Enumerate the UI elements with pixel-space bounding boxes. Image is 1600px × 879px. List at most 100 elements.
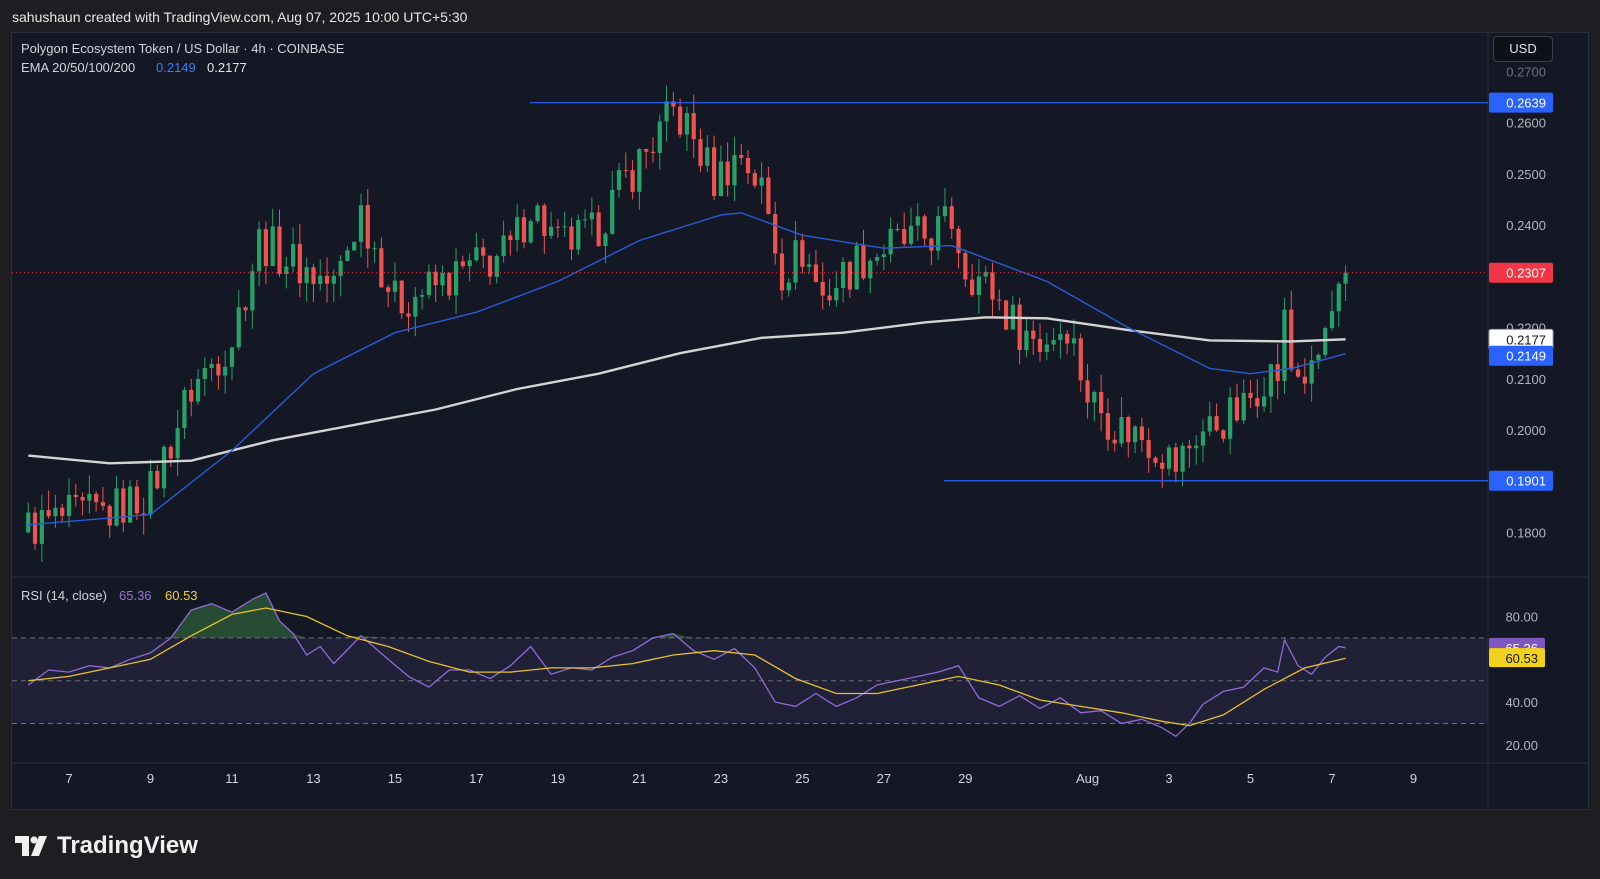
candle-body: [229, 347, 235, 367]
candle-body: [318, 275, 323, 284]
candle-body: [793, 240, 798, 283]
candle-body: [569, 226, 574, 250]
rsi-ma-legend-value: 60.53: [165, 588, 198, 603]
candle-body: [1051, 339, 1056, 345]
candle-body: [114, 488, 119, 526]
candle-body: [508, 235, 513, 241]
candle-body: [1323, 328, 1328, 355]
candle-body: [725, 161, 730, 186]
candle-body: [576, 220, 581, 250]
time-tick-label: 17: [469, 771, 483, 786]
time-tick-label: 21: [632, 771, 646, 786]
candle-body: [1214, 416, 1219, 431]
candle-body: [1207, 416, 1212, 432]
candle-body: [745, 157, 751, 174]
time-tick-label: 5: [1247, 771, 1254, 786]
time-tick-label: 3: [1165, 771, 1172, 786]
candle-body: [603, 233, 608, 247]
chart-canvas[interactable]: 0.18000.20000.21000.22000.24000.25000.26…: [0, 0, 1600, 879]
candle-body: [277, 226, 282, 274]
candle-body: [596, 212, 601, 247]
candle-body: [413, 296, 418, 317]
candle-body: [202, 368, 207, 379]
candle-body: [365, 205, 370, 249]
rsi-tick-label: 40.00: [1505, 695, 1538, 710]
candle-body: [107, 505, 112, 526]
candle-body: [1221, 430, 1226, 439]
candle-body: [1003, 300, 1009, 330]
candle-body: [562, 226, 567, 228]
candle-body: [1099, 391, 1104, 414]
candle-body: [161, 446, 167, 489]
candle-body: [739, 154, 744, 158]
rsi-tick-label: 20.00: [1505, 738, 1538, 753]
currency-button[interactable]: USD: [1493, 36, 1553, 62]
candle-body: [732, 154, 737, 186]
candle-body: [189, 389, 194, 402]
candle-body: [1078, 338, 1083, 381]
candle-body: [26, 512, 31, 533]
candle-body: [419, 295, 425, 297]
candle-body: [358, 205, 364, 242]
time-tick-label: Aug: [1076, 771, 1099, 786]
candle-body: [1058, 333, 1063, 340]
candle-body: [352, 241, 357, 251]
time-tick-label: 11: [225, 771, 239, 786]
candle-body: [304, 267, 309, 284]
candle-body: [718, 161, 723, 197]
time-tick-label: 15: [388, 771, 402, 786]
candle-body: [1275, 364, 1280, 381]
candle-body: [664, 101, 669, 122]
candle-body: [854, 245, 859, 290]
candle-body: [549, 226, 554, 236]
candle-body: [779, 253, 785, 291]
candle-body: [1071, 338, 1077, 344]
candle-body: [1282, 309, 1287, 381]
candle-body: [881, 254, 886, 258]
time-tick-label: 13: [306, 771, 320, 786]
candle-body: [440, 272, 445, 286]
candle-body: [1105, 413, 1111, 440]
candle-body: [175, 428, 180, 459]
time-tick-label: 7: [65, 771, 72, 786]
candle-body: [847, 262, 852, 290]
candle-body: [963, 253, 968, 280]
tradingview-logo[interactable]: TradingView: [15, 832, 198, 860]
candle-body: [406, 313, 411, 317]
candle-body: [311, 267, 316, 284]
candle-body: [1160, 462, 1165, 469]
candle-body: [922, 216, 927, 239]
resistance-price-label-text: 0.2639: [1506, 96, 1546, 111]
candle-body: [1044, 344, 1049, 352]
time-tick-label: 19: [551, 771, 565, 786]
candle-body: [1241, 392, 1246, 421]
candle-body: [1031, 330, 1036, 339]
candle-body: [73, 494, 78, 497]
candle-body: [1316, 354, 1321, 361]
last-price-label-text: 0.2307: [1506, 266, 1546, 281]
candle-body: [1024, 330, 1029, 350]
candle-body: [1187, 445, 1192, 449]
candle-body: [1261, 396, 1267, 407]
candle-body: [827, 295, 832, 301]
candle-body: [1132, 426, 1138, 443]
candle-body: [460, 261, 465, 267]
candle-body: [976, 276, 982, 295]
rsi-overbought-fill: [170, 592, 694, 638]
brand-name: TradingView: [57, 832, 198, 859]
candle-body: [929, 238, 934, 251]
candle-body: [182, 389, 187, 429]
candle-body: [467, 260, 472, 267]
candle-body: [39, 510, 44, 544]
candle-body: [650, 151, 656, 153]
candle-body: [155, 470, 160, 489]
candle-body: [698, 139, 703, 166]
candle-body: [372, 248, 377, 250]
last-price-label: 0.2307: [1489, 262, 1553, 283]
candle-body: [630, 170, 635, 192]
candle-body: [290, 244, 296, 267]
rsi-tick-label: 80.00: [1505, 610, 1538, 625]
candle-body: [800, 240, 805, 267]
candle-body: [657, 121, 662, 153]
candle-body: [87, 493, 92, 501]
